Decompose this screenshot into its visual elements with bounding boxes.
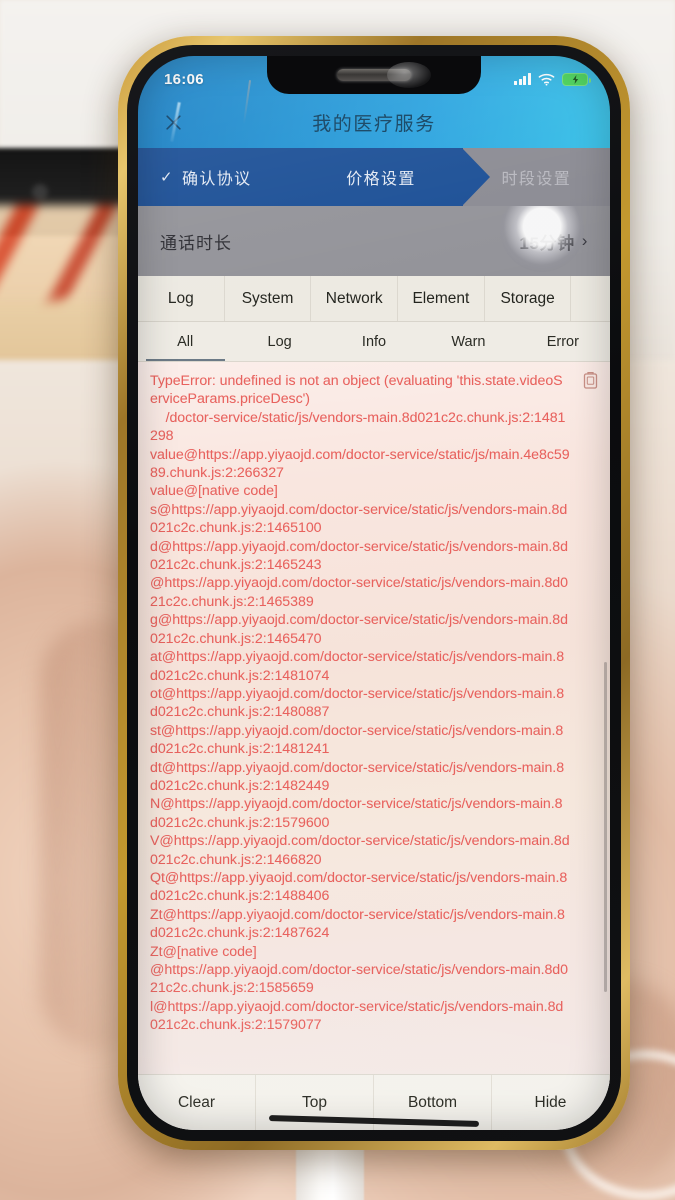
tab-overflow-spacer [571, 276, 610, 321]
action-label: Top [302, 1093, 327, 1111]
step-price-settings[interactable]: 价格设置 [307, 148, 491, 206]
filter-warn[interactable]: Warn [421, 322, 515, 361]
notch-blemish [387, 62, 431, 88]
step-progress-bar: ✓ 确认协议 价格设置 时段设置 [138, 148, 610, 206]
console-action-bar: Clear Top Bottom Hide [138, 1074, 610, 1130]
phone-bezel: 16:06 我的医疗服务 ✓ 确认协议 价格设置 时段设置 通话时长 15分钟 … [127, 45, 621, 1141]
tab-system[interactable]: System [225, 276, 312, 321]
debug-console: Log System Network Element Storage All L… [138, 276, 610, 1130]
status-bar-time: 16:06 [164, 70, 204, 88]
photo-scene: 16:06 我的医疗服务 ✓ 确认协议 价格设置 时段设置 通话时长 15分钟 … [0, 0, 675, 1200]
call-duration-row[interactable]: 通话时长 15分钟 › [138, 188, 610, 276]
step-label: 时段设置 [501, 171, 572, 188]
console-error-entry: TypeError: undefined is not an object (e… [150, 373, 570, 1034]
log-bottom-fade [138, 1060, 610, 1074]
step-label: 价格设置 [346, 171, 416, 188]
app-navbar: 我的医疗服务 [138, 96, 610, 148]
tab-label: Element [412, 289, 470, 307]
action-label: Hide [534, 1093, 567, 1111]
tab-label: Storage [500, 289, 555, 307]
tab-storage[interactable]: Storage [485, 276, 572, 321]
tab-label: Network [325, 289, 383, 307]
filter-info[interactable]: Info [327, 322, 421, 361]
wifi-icon [538, 73, 555, 86]
tab-label: System [241, 289, 294, 307]
call-duration-amount: 15分钟 [519, 233, 575, 253]
filter-error[interactable]: Error [516, 322, 610, 361]
filter-label: All [177, 333, 194, 350]
signal-bars-icon [514, 73, 531, 85]
notch [267, 56, 481, 94]
tab-log[interactable]: Log [138, 276, 225, 321]
filter-log[interactable]: Log [232, 322, 326, 361]
action-label: Clear [177, 1093, 216, 1111]
check-icon: ✓ [160, 169, 174, 186]
chevron-right-icon: › [581, 231, 588, 250]
filter-label: Error [546, 333, 579, 350]
tab-network[interactable]: Network [311, 276, 399, 321]
step-label: 确认协议 [181, 171, 252, 188]
battery-charging-icon [562, 72, 592, 86]
tab-element[interactable]: Element [398, 276, 485, 321]
filter-label: Warn [451, 333, 486, 350]
console-log-body[interactable]: TypeError: undefined is not an object (e… [138, 362, 610, 1074]
console-tabs: Log System Network Element Storage [138, 276, 610, 322]
status-bar-indicators [514, 72, 592, 86]
clear-button[interactable]: Clear [138, 1075, 256, 1130]
page-title: 我的医疗服务 [312, 113, 436, 135]
console-filter-bar: All Log Info Warn Error [138, 322, 610, 362]
tab-label: Log [167, 289, 194, 307]
action-label: Bottom [407, 1093, 458, 1111]
phone-screen: 16:06 我的医疗服务 ✓ 确认协议 价格设置 时段设置 通话时长 15分钟 … [138, 56, 610, 1130]
hide-button[interactable]: Hide [492, 1075, 610, 1130]
call-duration-value[interactable]: 15分钟 › [519, 229, 588, 254]
phone-device: 16:06 我的医疗服务 ✓ 确认协议 价格设置 时段设置 通话时长 15分钟 … [118, 36, 630, 1150]
call-duration-label: 通话时长 [160, 233, 232, 253]
filter-label: Info [361, 333, 387, 350]
filter-all[interactable]: All [138, 322, 232, 361]
clipboard-copy-icon[interactable] [583, 371, 598, 389]
console-scrollbar[interactable] [604, 662, 607, 992]
step-confirm-agreement[interactable]: ✓ 确认协议 [138, 148, 308, 206]
filter-label: Log [267, 333, 292, 350]
